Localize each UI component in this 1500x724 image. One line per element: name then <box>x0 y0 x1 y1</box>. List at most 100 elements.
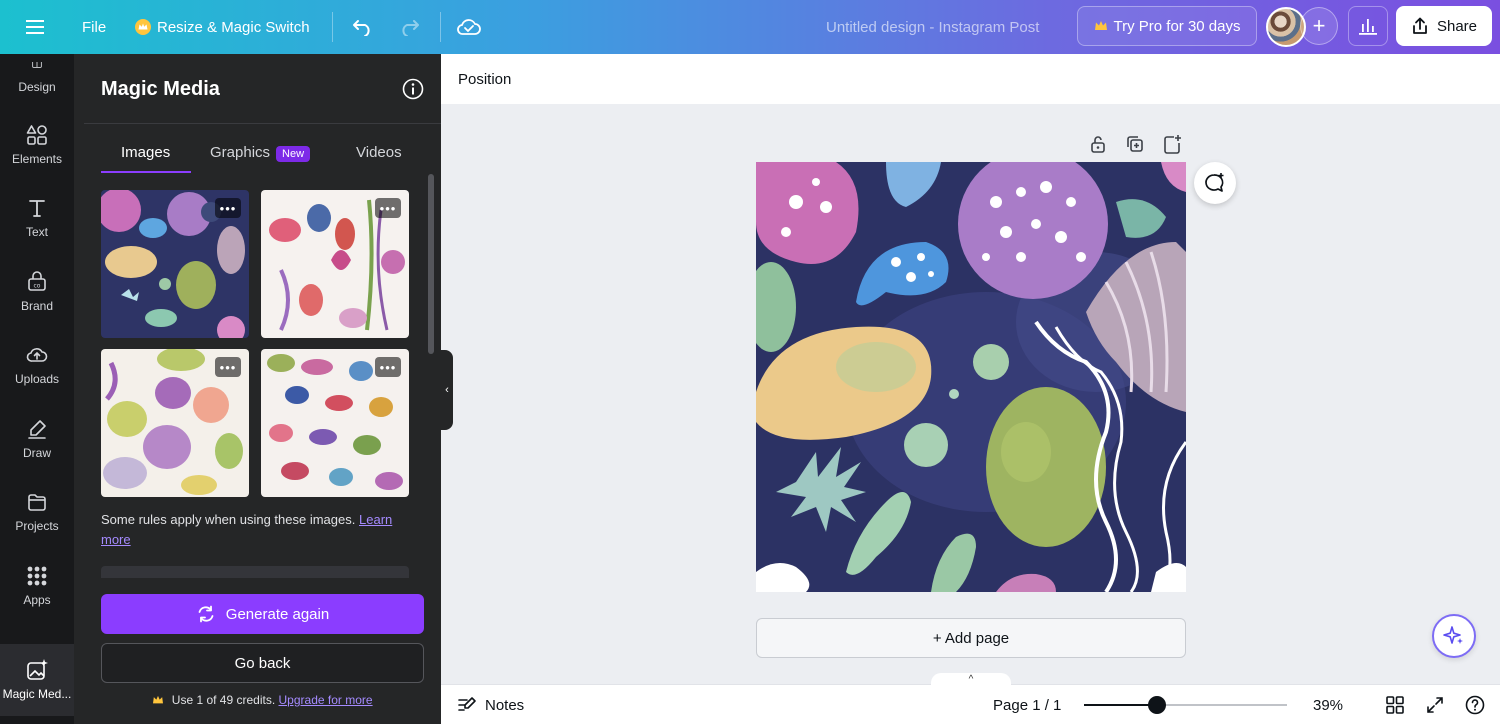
add-page-button[interactable]: + Add page <box>756 618 1186 658</box>
menu-button[interactable] <box>26 0 46 54</box>
add-page-icon[interactable] <box>1162 134 1182 154</box>
try-pro-button[interactable]: Try Pro for 30 days <box>1077 6 1257 46</box>
new-badge: New <box>276 146 311 162</box>
collapse-panel-handle[interactable]: ‹ <box>441 350 453 430</box>
zoom-slider[interactable] <box>1084 696 1287 714</box>
panel-scrollbar[interactable] <box>428 174 434 354</box>
try-pro-label: Try Pro for 30 days <box>1113 17 1241 35</box>
help-icon[interactable] <box>1465 695 1485 715</box>
crown-icon <box>153 695 164 704</box>
info-icon[interactable] <box>402 78 424 100</box>
go-back-button[interactable]: Go back <box>101 643 424 683</box>
fullscreen-icon[interactable] <box>1425 695 1445 715</box>
apps-icon <box>27 566 47 586</box>
share-button[interactable]: Share <box>1396 6 1492 46</box>
zoom-level[interactable]: 39% <box>1313 685 1343 724</box>
generate-again-button[interactable]: Generate again <box>101 594 424 634</box>
rail-label: Magic Med... <box>2 687 72 701</box>
rules-text: Some rules apply when using these images… <box>101 512 356 527</box>
page-indicator[interactable]: Page 1 / 1 <box>993 685 1061 724</box>
text-icon <box>29 200 45 217</box>
brand-icon: co <box>28 271 46 291</box>
rail-label: Draw <box>22 446 51 460</box>
generated-image-4[interactable]: ••• <box>261 349 409 497</box>
more-options-button[interactable]: ••• <box>215 198 241 218</box>
tab-videos[interactable]: Videos <box>356 144 402 161</box>
elements-icon <box>26 125 47 145</box>
rail-label: Brand <box>20 299 54 313</box>
add-comment-button[interactable] <box>1194 162 1236 204</box>
redo-button[interactable] <box>398 0 420 54</box>
rail-label: Text <box>25 225 48 239</box>
credits-text: Use 1 of 49 credits. <box>171 693 276 707</box>
redo-icon <box>402 20 419 36</box>
add-collaborator-button[interactable]: + <box>1300 7 1338 45</box>
resize-magic-switch-button[interactable]: Resize & Magic Switch <box>135 0 310 54</box>
notes-button[interactable]: Notes <box>457 685 524 724</box>
zoom-slider-handle[interactable] <box>1148 696 1167 714</box>
tab-label: Graphics <box>210 144 271 161</box>
insights-button[interactable] <box>1348 6 1388 46</box>
magic-media-icon <box>27 659 48 680</box>
prompt-area <box>101 566 409 578</box>
notes-icon <box>458 697 476 711</box>
chevron-up-icon: ^ <box>968 674 974 685</box>
tab-graphics[interactable]: Graphics New <box>210 144 311 162</box>
generate-again-label: Generate again <box>225 605 330 623</box>
more-options-button[interactable]: ••• <box>375 198 401 218</box>
rail-item-design[interactable]: Design <box>0 54 74 102</box>
refresh-icon <box>198 605 214 623</box>
rail-item-projects[interactable]: Projects <box>0 477 74 547</box>
magic-assistant-button[interactable] <box>1432 614 1476 658</box>
generated-image-2[interactable]: ••• <box>261 190 409 338</box>
undo-button[interactable] <box>352 0 374 54</box>
generated-image-1[interactable]: ••• <box>101 190 249 338</box>
comment-add-icon <box>1205 173 1224 192</box>
lock-icon[interactable] <box>1088 134 1108 154</box>
more-options-button[interactable]: ••• <box>375 357 401 377</box>
panel-title: Magic Media <box>101 78 220 100</box>
rail-item-draw[interactable]: Draw <box>0 404 74 474</box>
grid-view-icon[interactable] <box>1385 695 1405 715</box>
credits-notice: Use 1 of 49 credits. Upgrade for more <box>101 693 424 707</box>
more-options-button[interactable]: ••• <box>215 357 241 377</box>
draw-icon <box>28 420 46 439</box>
rail-item-brand[interactable]: co Brand <box>0 257 74 327</box>
divider <box>440 12 441 42</box>
design-page[interactable] <box>756 162 1186 592</box>
svg-text:co: co <box>34 283 41 290</box>
file-menu[interactable]: File <box>82 0 106 54</box>
rail-item-text[interactable]: Text <box>0 183 74 253</box>
design-title[interactable]: Untitled design - Instagram Post <box>826 0 1039 54</box>
plus-icon: + <box>1312 13 1326 38</box>
rail-label: Projects <box>15 519 59 533</box>
rail-label: Design <box>18 80 56 94</box>
divider <box>84 123 441 124</box>
position-button[interactable]: Position <box>458 71 511 88</box>
divider <box>332 12 333 42</box>
rail-label: Uploads <box>14 372 60 386</box>
duplicate-icon[interactable] <box>1125 134 1145 154</box>
sparkle-icon <box>1443 626 1463 644</box>
rules-notice: Some rules apply when using these images… <box>101 510 401 550</box>
zoom-slider-fill <box>1084 704 1158 706</box>
notes-label: Notes <box>485 696 525 714</box>
rail-item-magic-media[interactable]: Magic Med... <box>0 644 74 716</box>
magic-media-panel: Magic Media Images Graphics New Videos ••… <box>74 54 441 724</box>
save-status-button[interactable] <box>456 0 482 54</box>
left-rail: Design Elements Text co Brand Uploads Dr… <box>0 54 74 724</box>
stats-icon <box>1359 19 1377 35</box>
rail-item-uploads[interactable]: Uploads <box>0 330 74 400</box>
generated-image-3[interactable]: ••• <box>101 349 249 497</box>
chevron-left-icon: ‹ <box>445 384 449 396</box>
rail-item-apps[interactable]: Apps <box>0 551 74 621</box>
tab-images[interactable]: Images <box>121 144 170 161</box>
upgrade-link[interactable]: Upgrade for more <box>279 693 373 707</box>
uploads-icon <box>26 348 48 362</box>
crown-icon <box>1094 21 1107 30</box>
projects-icon <box>28 494 46 511</box>
menu-icon <box>26 20 44 34</box>
context-toolbar: Position <box>441 54 1500 104</box>
rail-item-elements[interactable]: Elements <box>0 110 74 180</box>
design-icon <box>32 62 42 68</box>
